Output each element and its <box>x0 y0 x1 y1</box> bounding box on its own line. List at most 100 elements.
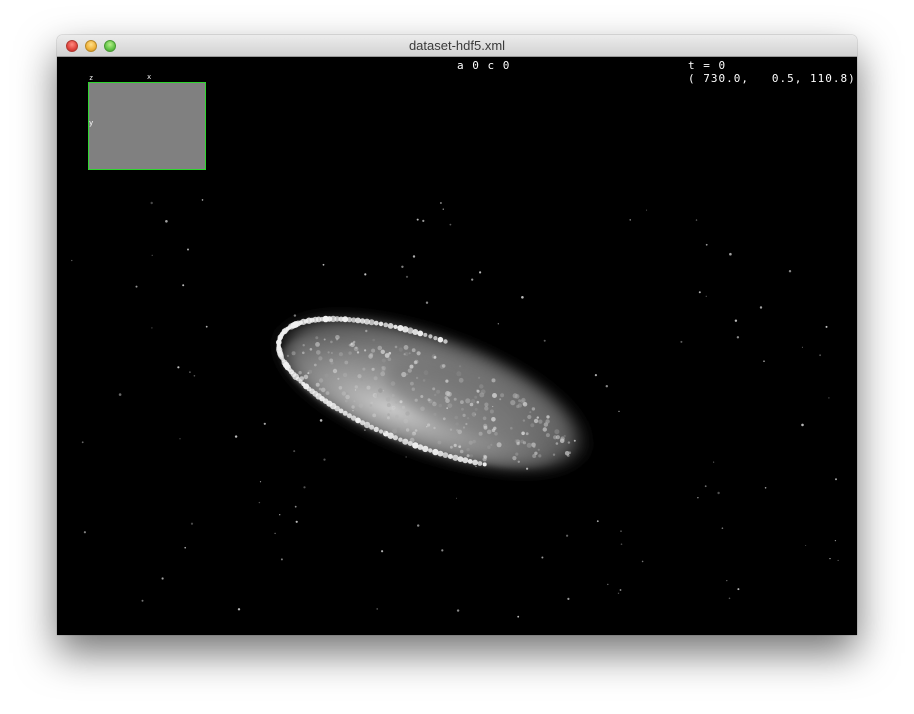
noise-speck <box>201 199 204 201</box>
noise-speck <box>734 319 738 322</box>
cell-speck <box>370 401 374 405</box>
cell-speck <box>407 368 412 373</box>
noise-speck <box>417 524 420 527</box>
cell-speck <box>387 413 390 416</box>
cell-speck <box>532 454 537 458</box>
noise-speck <box>825 325 828 328</box>
cell-speck <box>460 400 464 404</box>
cell-speck <box>478 431 483 436</box>
noise-speck <box>293 450 296 453</box>
noise-speck <box>449 223 452 226</box>
cell-speck <box>486 429 492 435</box>
noise-speck <box>456 497 457 499</box>
cell-speck <box>369 404 373 407</box>
noise-speck <box>763 360 765 363</box>
cell-speck <box>406 373 409 376</box>
noise-speck <box>439 202 442 204</box>
noise-speck <box>280 558 283 561</box>
noise-speck <box>426 426 428 428</box>
cell-speck <box>401 405 405 409</box>
cell-speck <box>405 428 410 432</box>
cell-speck <box>385 397 391 402</box>
cell-speck <box>360 378 363 381</box>
cell-speck <box>411 348 416 353</box>
nucleus <box>428 448 433 453</box>
cell-speck <box>403 345 409 350</box>
cell-speck <box>483 425 488 430</box>
cell-speck <box>474 395 478 399</box>
cell-speck <box>568 451 572 455</box>
cell-speck <box>411 432 416 437</box>
nucleus <box>387 323 394 329</box>
cell-speck <box>403 353 406 356</box>
cell-speck <box>332 368 338 374</box>
noise-speck <box>475 465 477 468</box>
source-info-label: a 0 c 0 <box>457 59 511 72</box>
noise-speck <box>594 374 598 377</box>
cell-speck <box>386 403 391 408</box>
cell-speck <box>309 348 313 351</box>
nucleus <box>342 410 348 416</box>
noise-speck <box>376 608 379 610</box>
noise-speck <box>605 385 608 388</box>
cell-speck <box>330 340 333 344</box>
noise-speck <box>618 410 620 413</box>
box-axis-x-label: x <box>147 73 152 81</box>
cell-speck <box>532 445 536 448</box>
cell-speck <box>377 345 383 351</box>
nucleus <box>423 332 428 337</box>
cell-speck <box>436 389 441 394</box>
viewer-canvas[interactable]: a 0 c 0 t = 0 ( 730.0, 0.5, 110.8) z x y <box>57 57 857 635</box>
cell-speck <box>484 402 489 407</box>
cell-speck <box>373 376 378 381</box>
noise-speck <box>829 558 831 560</box>
cell-speck <box>510 400 516 406</box>
cell-speck <box>457 429 463 435</box>
noise-speck <box>456 609 460 612</box>
noise-speck <box>573 439 576 442</box>
cell-speck <box>395 401 398 404</box>
noise-speck <box>801 346 803 348</box>
noise-speck <box>607 583 609 586</box>
cell-speck <box>438 403 442 408</box>
cell-speck <box>315 382 320 387</box>
noise-speck <box>184 546 186 549</box>
cell-speck <box>469 402 474 407</box>
cell-speck <box>394 345 398 349</box>
cell-speck <box>491 378 496 383</box>
mouse-coordinates-label: ( 730.0, 0.5, 110.8) <box>688 72 856 85</box>
cell-speck <box>329 358 334 363</box>
cell-speck <box>432 387 436 391</box>
title-bar[interactable]: dataset-hdf5.xml <box>57 35 857 57</box>
nucleus <box>373 320 379 326</box>
noise-speck <box>441 549 444 552</box>
cell-speck <box>545 419 550 424</box>
cell-speck <box>496 442 502 448</box>
noise-speck <box>695 219 698 221</box>
cell-speck <box>491 417 496 422</box>
noise-speck <box>726 580 728 582</box>
cell-speck <box>466 454 470 458</box>
embryo-body <box>270 311 594 477</box>
noise-speck <box>721 527 724 529</box>
cell-speck <box>344 360 349 365</box>
cell-speck <box>536 416 539 419</box>
cell-speck <box>499 398 502 401</box>
noise-speck <box>728 597 731 600</box>
cell-speck <box>391 394 395 397</box>
cell-speck <box>512 456 517 461</box>
cell-speck <box>437 440 442 445</box>
cell-speck <box>286 354 289 357</box>
noise-speck <box>150 201 153 205</box>
noise-speck <box>805 545 807 546</box>
cell-speck <box>456 371 462 377</box>
cell-speck <box>455 422 459 426</box>
cell-speck <box>420 395 424 398</box>
cell-speck <box>381 358 386 363</box>
nucleus <box>442 452 449 458</box>
cell-speck <box>372 393 378 398</box>
noise-speck <box>801 423 804 427</box>
cell-speck <box>338 352 343 357</box>
noise-speck <box>83 531 86 534</box>
noise-speck <box>365 329 368 333</box>
